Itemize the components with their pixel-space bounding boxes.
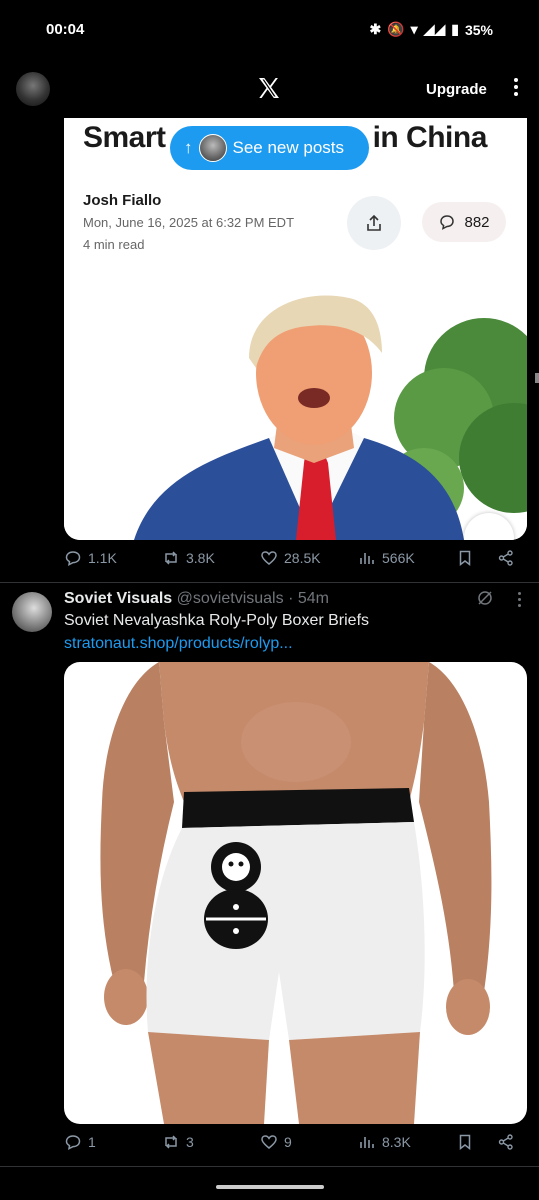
bottom-divider xyxy=(0,1166,539,1167)
views-button[interactable]: 8.3K xyxy=(358,1133,411,1151)
tweet-media[interactable] xyxy=(64,662,527,1124)
new-posts-avatar xyxy=(198,134,227,162)
reply-button[interactable]: 1 xyxy=(64,1133,96,1151)
like-button[interactable]: 9 xyxy=(260,1133,292,1151)
reply-icon xyxy=(65,551,81,567)
article-comments-button[interactable]: 882 xyxy=(422,202,506,242)
like-button[interactable]: 28.5K xyxy=(260,549,321,567)
share-button[interactable] xyxy=(497,549,515,567)
status-time: 00:04 xyxy=(46,21,85,38)
tweet-link[interactable]: stratonaut.shop/products/rolyp... xyxy=(64,635,293,653)
bookmark-button[interactable] xyxy=(456,549,474,567)
article-comment-count: 882 xyxy=(464,213,490,231)
battery-icon: ▮ xyxy=(451,21,459,37)
views-icon xyxy=(360,1137,374,1148)
see-new-posts-label: See new posts xyxy=(232,138,345,157)
grok-icon[interactable] xyxy=(476,589,494,607)
tweet-header: Soviet Visuals @sovietvisuals · 54m xyxy=(64,590,329,608)
status-icons: ✱ 🔕 ▾ ◢◢ ▮ 35% xyxy=(370,21,494,38)
tweet1-actions: 1.1K 3.8K 28.5K 566K xyxy=(64,549,519,573)
article-photo xyxy=(64,288,527,540)
tweet-time[interactable]: · 54m xyxy=(288,590,329,607)
arrow-up-icon: ↑ xyxy=(184,138,193,157)
tweet-text: Soviet Nevalyashka Roly-Poly Boxer Brief… xyxy=(64,612,370,629)
tweet-divider xyxy=(0,582,539,583)
tweet2-actions: 1 3 9 8.3K xyxy=(64,1133,519,1157)
bluetooth-icon: ✱ xyxy=(369,21,382,37)
share-icon xyxy=(367,214,381,231)
bookmark-button[interactable] xyxy=(456,1133,474,1151)
comment-icon xyxy=(440,215,455,230)
profile-avatar[interactable] xyxy=(16,72,50,106)
article-read-time: 4 min read xyxy=(83,237,145,252)
bookmark-icon xyxy=(459,550,471,567)
home-indicator[interactable] xyxy=(216,1185,324,1189)
repost-button[interactable]: 3.8K xyxy=(162,549,215,567)
share-button[interactable] xyxy=(497,1133,515,1151)
article-card[interactable]: Smart e in China Josh Fiallo Mon, June 16… xyxy=(64,118,527,540)
repost-icon xyxy=(165,1135,177,1149)
heart-icon xyxy=(261,1135,277,1149)
share-icon xyxy=(498,1134,513,1150)
bookmark-icon xyxy=(459,1134,471,1151)
repost-icon xyxy=(165,551,177,565)
article-author: Josh Fiallo xyxy=(83,192,162,209)
tweet-author-avatar[interactable] xyxy=(12,592,52,632)
repost-button[interactable]: 3 xyxy=(162,1133,194,1151)
share-icon xyxy=(498,550,513,566)
views-button[interactable]: 566K xyxy=(358,549,415,567)
views-icon xyxy=(360,553,374,564)
tweet-author-name[interactable]: Soviet Visuals xyxy=(64,590,172,607)
battery-percent: 35% xyxy=(464,21,493,38)
x-logo-icon[interactable] xyxy=(257,76,281,100)
heart-icon xyxy=(261,551,277,565)
scrollbar-thumb[interactable] xyxy=(535,373,539,383)
see-new-posts-button[interactable]: ↑ See new posts xyxy=(170,126,369,170)
article-date: Mon, June 16, 2025 at 6:32 PM EDT xyxy=(83,215,295,230)
article-share-button[interactable] xyxy=(347,196,401,250)
reply-button[interactable]: 1.1K xyxy=(64,549,117,567)
signal-icon: ◢◢ xyxy=(423,21,446,37)
upgrade-button[interactable]: Upgrade xyxy=(426,81,487,98)
reply-icon xyxy=(65,1135,81,1151)
tweet-more-icon[interactable] xyxy=(512,592,526,610)
more-options-icon[interactable] xyxy=(508,78,524,100)
tweet-author-handle[interactable]: @sovietvisuals xyxy=(177,590,284,607)
mute-icon: 🔕 xyxy=(387,21,405,37)
wifi-icon: ▾ xyxy=(410,21,418,37)
